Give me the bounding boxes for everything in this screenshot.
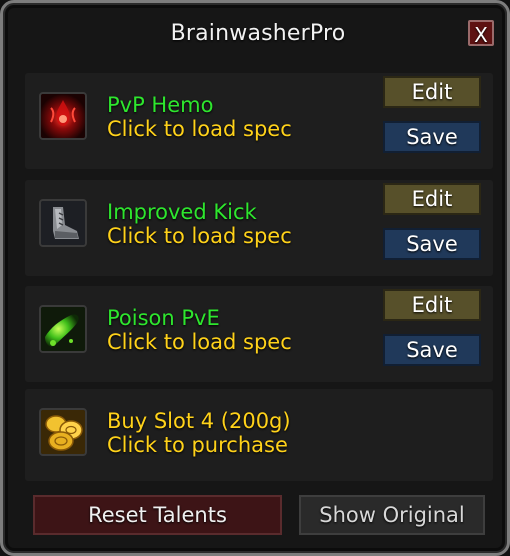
spec-hint: Click to load spec — [107, 330, 292, 354]
show-original-button[interactable]: Show Original — [299, 495, 485, 535]
save-button[interactable]: Save — [383, 334, 481, 366]
gold-coins-icon — [39, 408, 87, 456]
save-button[interactable]: Save — [383, 228, 481, 260]
spec-hint: Click to load spec — [107, 224, 292, 248]
kick-boot-icon — [39, 199, 87, 247]
spec-name: Poison PvE — [107, 306, 220, 330]
spec-name: PvP Hemo — [107, 93, 214, 117]
spec-hint: Click to load spec — [107, 117, 292, 141]
reset-talents-button[interactable]: Reset Talents — [33, 495, 282, 535]
close-button[interactable]: X — [468, 20, 494, 47]
buy-slot-hint: Click to purchase — [107, 433, 288, 457]
brainwasher-window: BrainwasherPro X PvP Hemo Click to load … — [0, 0, 510, 556]
spec-name: Improved Kick — [107, 200, 257, 224]
window-title: BrainwasherPro — [170, 21, 346, 46]
buy-slot-name: Buy Slot 4 (200g) — [107, 409, 291, 433]
edit-button[interactable]: Edit — [383, 289, 481, 321]
buy-slot-row[interactable]: Buy Slot 4 (200g) Click to purchase — [25, 389, 493, 481]
save-button[interactable]: Save — [383, 121, 481, 153]
spec-slot-3[interactable]: Poison PvE Click to load spec Edit Save — [25, 286, 493, 382]
hemorrhage-icon — [39, 92, 87, 140]
edit-button[interactable]: Edit — [383, 183, 481, 215]
spec-slot-1[interactable]: PvP Hemo Click to load spec Edit Save — [25, 73, 493, 169]
poison-icon — [39, 305, 87, 353]
edit-button[interactable]: Edit — [383, 76, 481, 108]
spec-slot-2[interactable]: Improved Kick Click to load spec Edit Sa… — [25, 180, 493, 276]
